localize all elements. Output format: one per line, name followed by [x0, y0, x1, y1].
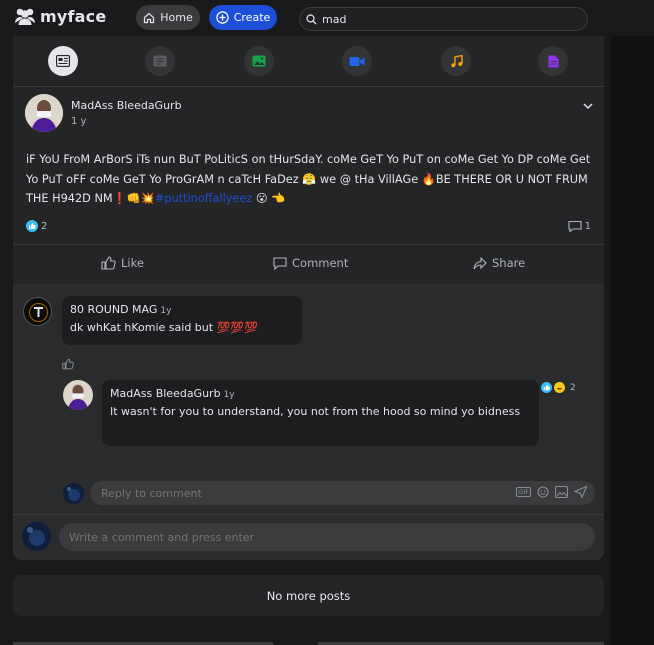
reply-author-avatar[interactable]: [63, 380, 93, 410]
post-stats: 2 1: [26, 220, 591, 236]
comment-bubble: 80 ROUND MAG 1y dk whKat hKomie said but …: [62, 296, 302, 345]
post-header: MadAss BleedaGurb 1 y: [25, 94, 595, 134]
comment-summary[interactable]: 1: [568, 220, 591, 232]
comment-count: 1: [584, 220, 591, 232]
thumbs-up-icon: [101, 256, 116, 270]
home-label: Home: [160, 11, 193, 24]
tabs-divider: [13, 86, 604, 87]
tab-music[interactable]: [441, 46, 471, 76]
like-label: Like: [121, 256, 144, 270]
post-text: iF YoU FroM ArBorS iTs nun BuT PoLiticS …: [26, 153, 591, 205]
comment-time: 1y: [160, 306, 172, 316]
reply-reaction-count: 2: [570, 382, 576, 393]
people-icon: [14, 6, 36, 26]
author-name[interactable]: MadAss BleedaGurb: [71, 99, 182, 112]
commenter-name[interactable]: 80 ROUND MAG: [70, 303, 157, 316]
comment-icon: [273, 256, 287, 270]
reply-time: 1y: [223, 390, 235, 400]
post-card: MadAss BleedaGurb 1 y iF YoU FroM ArBorS…: [13, 36, 604, 560]
reply-input-bar: GIF: [90, 481, 595, 505]
tab-photo[interactable]: [244, 46, 274, 76]
reply-reactions[interactable]: 2: [541, 382, 576, 393]
reply-text: It wasn't for you to understand, you not…: [110, 405, 521, 418]
music-icon: [450, 54, 463, 67]
like-reaction-icon: [541, 382, 552, 393]
photo-icon: [252, 55, 266, 67]
post-time: 1 y: [71, 116, 87, 127]
current-user-avatar: [22, 522, 51, 551]
like-summary[interactable]: 2: [26, 220, 47, 232]
send-icon[interactable]: [574, 486, 587, 498]
author-avatar[interactable]: [25, 94, 63, 132]
like-count: 2: [41, 220, 48, 232]
post-actions: Like Comment Share: [13, 245, 604, 283]
create-label: Create: [233, 11, 271, 24]
sticker-icon[interactable]: [537, 486, 549, 498]
like-button[interactable]: Like: [101, 253, 144, 273]
newsfeed-icon: [56, 55, 70, 67]
like-reaction-icon: [26, 220, 38, 232]
reply-input-tools: GIF: [516, 486, 587, 498]
share-label: Share: [492, 256, 526, 270]
share-button[interactable]: Share: [473, 253, 525, 273]
comments-section: 80 ROUND MAG 1y dk whKat hKomie said but …: [13, 284, 604, 560]
video-icon: [349, 56, 365, 66]
tab-video[interactable]: [342, 46, 372, 76]
post-hashtag[interactable]: #puttinoffallyeez: [155, 192, 252, 205]
share-icon: [473, 256, 487, 269]
tab-document[interactable]: [538, 46, 568, 76]
top-bar: myface Home Create: [0, 0, 654, 36]
image-upload-icon[interactable]: [555, 486, 568, 498]
plus-circle-icon: [216, 11, 229, 24]
home-button[interactable]: Home: [136, 5, 200, 30]
search-input[interactable]: [322, 12, 572, 26]
comment-icon: [568, 220, 582, 232]
right-gutter: [611, 36, 654, 645]
reply-author-name[interactable]: MadAss BleedaGurb: [110, 387, 221, 400]
comment-button[interactable]: Comment: [273, 253, 348, 273]
reply-bubble: MadAss BleedaGurb 1y It wasn't for you to…: [102, 380, 539, 446]
search-icon: [306, 13, 317, 24]
create-button[interactable]: Create: [209, 5, 277, 30]
post-text-end: 😮 👈: [252, 192, 286, 205]
post-body: iF YoU FroM ArBorS iTs nun BuT PoLiticS …: [26, 150, 591, 209]
comments-divider: [13, 514, 604, 515]
current-user-avatar-small: [63, 483, 84, 504]
reply-input[interactable]: [101, 486, 481, 500]
tab-text-post[interactable]: [145, 46, 175, 76]
comment-input-bar: [59, 523, 595, 551]
comment-text: dk whKat hKomie said but 💯💯💯: [70, 321, 258, 334]
gif-icon[interactable]: GIF: [516, 487, 531, 497]
comment-like-icon[interactable]: [62, 355, 74, 370]
comment-label: Comment: [292, 256, 349, 270]
home-icon: [144, 12, 155, 23]
search-bar: [299, 7, 588, 31]
tab-newsfeed[interactable]: [48, 46, 78, 76]
laugh-reaction-icon: [554, 382, 565, 393]
document-icon: [548, 55, 558, 67]
comment-input[interactable]: [69, 530, 449, 544]
no-more-posts: No more posts: [13, 575, 604, 616]
brand-name: myface: [40, 6, 107, 26]
text-post-icon: [153, 55, 167, 67]
commenter-avatar[interactable]: [23, 297, 52, 326]
post-type-tabs: [13, 44, 604, 78]
brand-logo[interactable]: myface: [14, 6, 106, 26]
chevron-down-icon[interactable]: [581, 98, 595, 112]
